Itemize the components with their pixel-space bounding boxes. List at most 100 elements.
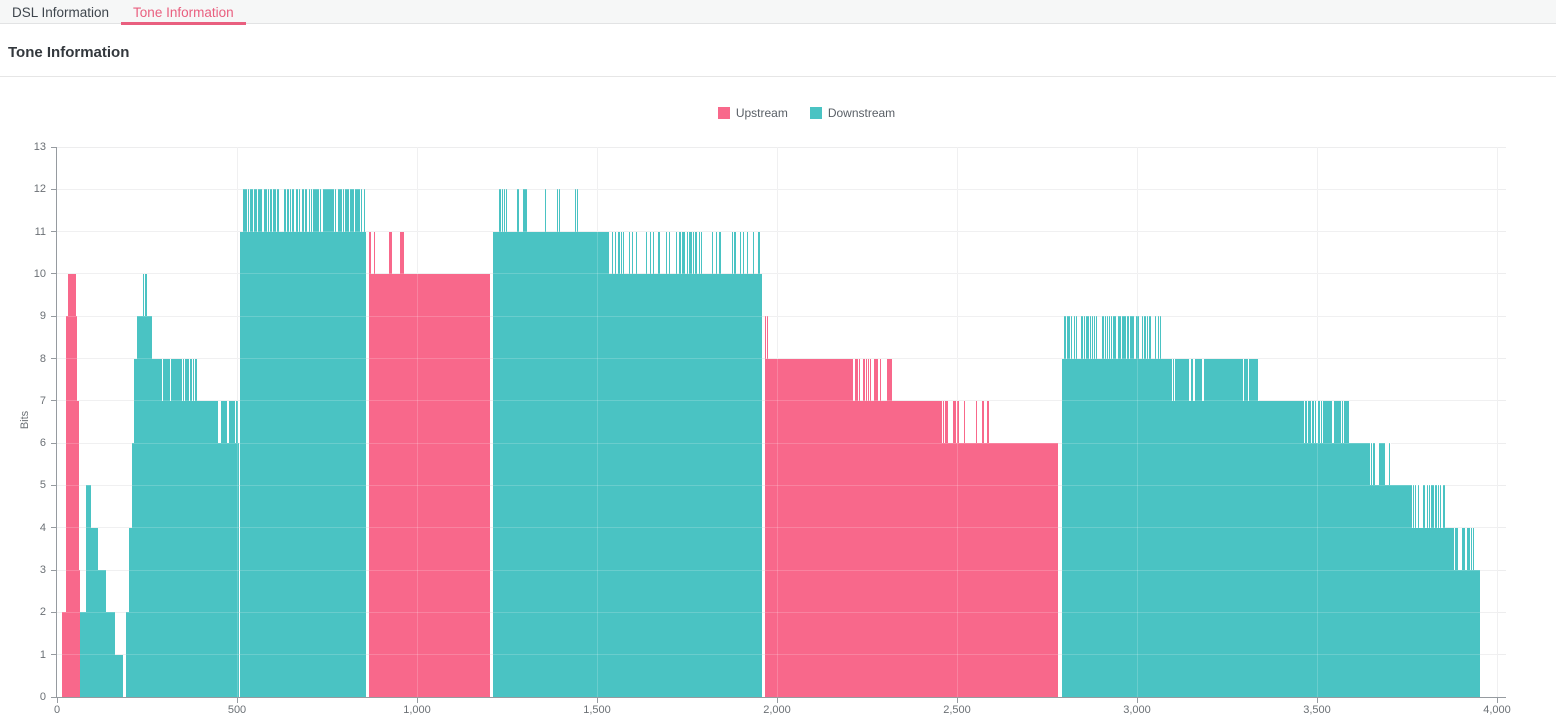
noise-dip	[1343, 400, 1344, 444]
noise-dip	[1428, 485, 1429, 528]
noise-spike	[1071, 316, 1072, 359]
noise-dip	[1307, 400, 1308, 444]
noise-spike	[765, 316, 766, 359]
noise-dip	[1466, 527, 1467, 571]
bar-segment	[197, 400, 240, 697]
noise-spike	[1107, 316, 1108, 359]
noise-spike	[1109, 316, 1110, 359]
y-tick-label: 13	[33, 141, 46, 153]
noise-dip	[1172, 358, 1173, 401]
noise-spike	[732, 231, 733, 274]
noise-spike	[983, 400, 984, 444]
noise-spike	[696, 231, 697, 274]
noise-spike	[623, 231, 624, 274]
noise-spike	[575, 189, 576, 232]
noise-spike	[271, 189, 272, 232]
noise-spike	[1138, 316, 1139, 359]
noise-spike	[666, 231, 667, 274]
noise-spike	[747, 231, 748, 274]
noise-spike	[870, 358, 871, 401]
noise-dip	[1426, 485, 1427, 528]
noise-spike	[506, 189, 507, 232]
noise-spike	[712, 231, 713, 274]
x-tick-label: 4,000	[1483, 704, 1511, 716]
noise-spike	[1092, 316, 1093, 359]
noise-spike	[1142, 316, 1143, 359]
noise-spike	[866, 358, 867, 401]
grid-overlay-vertical	[236, 147, 238, 697]
x-tick-label: 3,000	[1123, 704, 1151, 716]
tone-information-page: DSL Information Tone Information Tone In…	[0, 0, 1556, 725]
y-tick-mark	[51, 527, 56, 529]
noise-spike	[1158, 316, 1159, 359]
y-axis-title: Bits	[19, 410, 31, 430]
noise-spike	[891, 358, 892, 401]
noise-spike	[348, 189, 349, 232]
y-tick-mark	[51, 442, 56, 444]
noise-spike	[526, 189, 527, 232]
noise-spike	[701, 231, 702, 274]
bits-per-tone-chart[interactable]: 0 1 2 3 4 5 6 7 8 9 10 11 12 13 0 500 1,000 1,500 2,000 2,5…	[0, 0, 1556, 725]
noise-spike	[629, 231, 630, 274]
noise-spike	[278, 189, 279, 232]
y-tick-mark	[51, 315, 56, 317]
y-axis-line	[56, 147, 57, 698]
noise-spike	[1120, 316, 1121, 359]
y-tick-label: 10	[33, 267, 46, 280]
noise-spike	[669, 231, 670, 274]
noise-spike	[1065, 316, 1066, 359]
noise-spike	[1115, 316, 1116, 359]
noise-spike	[374, 231, 375, 274]
noise-spike	[1094, 316, 1095, 359]
noise-spike	[1076, 316, 1077, 359]
x-tick-mark	[776, 698, 778, 703]
noise-spike	[687, 231, 688, 274]
x-tick-mark	[956, 698, 958, 703]
noise-spike	[1088, 316, 1089, 359]
noise-spike	[964, 400, 965, 444]
noise-spike	[753, 231, 754, 274]
noise-spike	[285, 189, 286, 232]
noise-dip	[1370, 443, 1371, 486]
noise-spike	[391, 231, 392, 274]
noise-dip	[1333, 400, 1334, 444]
y-tick-label: 3	[39, 564, 46, 577]
noise-spike	[1125, 316, 1126, 359]
noise-spike	[720, 231, 721, 274]
noise-spike	[680, 231, 681, 274]
noise-dip	[1470, 527, 1471, 571]
noise-dip	[1439, 485, 1440, 528]
noise-spike	[246, 189, 247, 232]
noise-dip	[1341, 400, 1342, 444]
y-tick-label: 6	[39, 437, 46, 450]
x-tick-label: 2,500	[943, 704, 971, 716]
noise-dip	[1437, 485, 1438, 528]
noise-spike	[1111, 316, 1112, 359]
noise-spike	[504, 189, 505, 232]
noise-spike	[716, 231, 717, 274]
noise-spike	[557, 189, 558, 232]
noise-spike	[518, 189, 519, 232]
x-tick-label: 500	[227, 704, 247, 716]
noise-spike	[311, 189, 312, 232]
noise-spike	[1103, 316, 1104, 359]
noise-spike	[1147, 316, 1148, 359]
noise-spike	[1128, 316, 1129, 359]
bar-segment	[239, 231, 366, 697]
noise-spike	[359, 189, 360, 232]
y-tick-label: 1	[39, 648, 46, 661]
noise-spike	[364, 189, 365, 232]
noise-spike	[318, 189, 319, 232]
bar-segment	[114, 654, 123, 697]
noise-spike	[646, 231, 647, 274]
noise-dip	[1349, 400, 1350, 444]
noise-spike	[309, 189, 310, 232]
noise-dip	[238, 400, 239, 444]
noise-spike	[320, 189, 321, 232]
noise-dip	[1248, 358, 1249, 401]
bar-segment	[1259, 400, 1351, 697]
y-tick-label: 12	[33, 183, 46, 196]
noise-dip	[1454, 527, 1455, 571]
noise-spike	[256, 189, 257, 232]
noise-spike	[976, 400, 977, 444]
